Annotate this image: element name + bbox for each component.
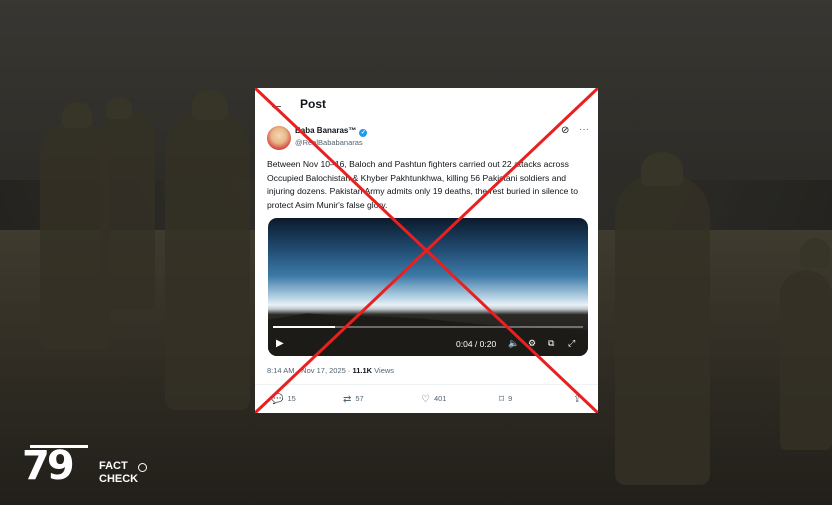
post-title: Post [300, 97, 327, 111]
author-handle[interactable]: @RealBababanaras [295, 138, 363, 147]
tweet-text: Between Nov 10–16, Baloch and Pashtun fi… [267, 159, 578, 210]
tweet-screenshot: ← Post Baba Banaras™ ✓ @RealBababanaras ⊘… [255, 88, 598, 413]
more-options-icon[interactable]: ··· [579, 124, 589, 135]
picture-in-picture-icon[interactable]: ⧉ [548, 338, 554, 349]
reply-button[interactable]: 💬 15 [271, 394, 296, 405]
repost-icon: ⇄ [343, 394, 352, 405]
heart-icon: ♡ [421, 394, 430, 405]
seal-icon [138, 463, 147, 472]
video-progress-bar[interactable] [273, 326, 583, 328]
reply-icon: 💬 [271, 394, 284, 405]
back-arrow-icon[interactable]: ← [269, 96, 284, 113]
logo-fact-text: FACT [99, 460, 128, 472]
fullscreen-icon[interactable]: ⤢ [568, 338, 575, 349]
like-button[interactable]: ♡ 401 [421, 394, 446, 405]
volume-icon[interactable]: 🔈 [508, 338, 519, 349]
tweet-meta: 8:14 AM · Nov 17, 2025 · 11.1K Views [267, 366, 395, 375]
grok-icon[interactable]: ⊘ [561, 125, 569, 136]
play-icon[interactable]: ▶ [276, 338, 284, 349]
fact-check-logo: 79 FACT CHECK [20, 443, 147, 490]
video-player[interactable]: ▶ 0:04 / 0:20 🔈 ⚙ ⧉ ⤢ [268, 218, 588, 356]
verified-badge-icon: ✓ [359, 129, 368, 137]
video-time: 0:04 / 0:20 [456, 339, 497, 349]
logo-number: 79 [22, 443, 75, 489]
divider [255, 384, 598, 385]
bookmark-icon: ⌑ [499, 394, 505, 405]
post-header: ← Post [255, 88, 598, 120]
share-icon: ⇪ [573, 394, 582, 405]
share-button[interactable]: ⇪ [573, 394, 585, 405]
repost-button[interactable]: ⇄ 57 [343, 394, 364, 405]
bookmark-button[interactable]: ⌑ 9 [499, 394, 512, 405]
logo-check-text: CHECK [99, 473, 139, 485]
avatar[interactable] [267, 126, 291, 150]
settings-icon[interactable]: ⚙ [528, 338, 536, 349]
author-name[interactable]: Baba Banaras™ ✓ [295, 126, 368, 137]
